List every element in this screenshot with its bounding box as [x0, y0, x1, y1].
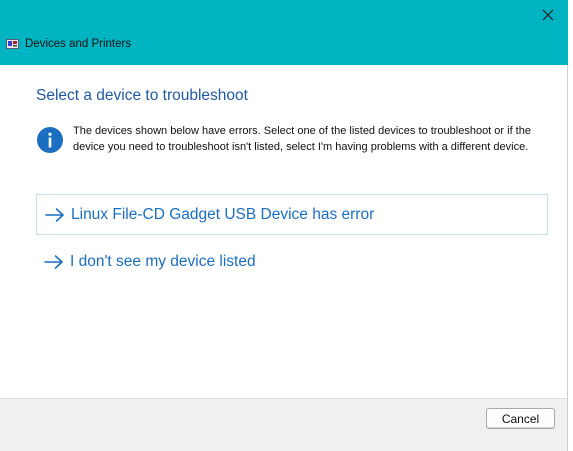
device-not-listed-option[interactable]: I don't see my device listed [36, 242, 548, 282]
info-message: The devices shown below have errors. Sel… [73, 125, 531, 153]
close-icon [542, 9, 554, 21]
page-heading: Select a device to troubleshoot [36, 87, 248, 104]
info-icon [37, 127, 63, 153]
device-not-listed-label: I don't see my device listed [70, 253, 256, 270]
window-title: Devices and Printers [25, 38, 132, 50]
device-option-label: Linux File-CD Gadget USB Device has erro… [71, 205, 375, 223]
close-button[interactable] [536, 4, 560, 26]
dialog-footer [0, 398, 567, 451]
cancel-button[interactable]: Cancel [486, 408, 555, 429]
arrow-right-icon [44, 255, 63, 269]
devices-printers-icon [6, 39, 19, 49]
title-bar[interactable]: Devices and Printers [0, 0, 568, 65]
device-option-linux-file-cd-gadget[interactable]: Linux File-CD Gadget USB Device has erro… [36, 194, 548, 235]
troubleshooter-window: Devices and Printers Select a device to … [0, 0, 568, 451]
background-window-edge [568, 0, 573, 451]
arrow-right-icon [45, 207, 64, 222]
